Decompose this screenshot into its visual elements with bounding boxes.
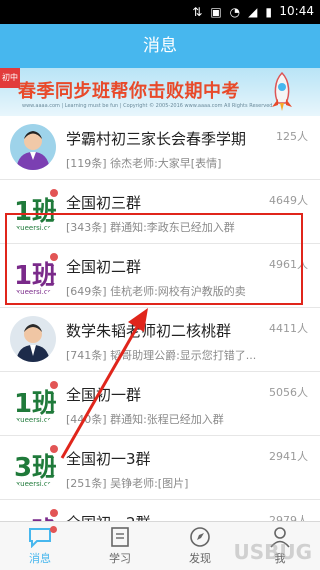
unread-dot — [50, 526, 57, 533]
book-icon — [80, 526, 160, 550]
tab-study[interactable]: 学习 — [80, 522, 160, 570]
chat-icon — [0, 526, 80, 550]
annotation-arrow — [60, 308, 148, 459]
tab-bar: 消息 学习 发现 我 USBUG — [0, 521, 320, 570]
tab-discover[interactable]: 发现 — [160, 522, 240, 570]
watermark: USBUG — [233, 540, 312, 564]
tab-label: 学习 — [109, 552, 131, 565]
compass-icon — [160, 526, 240, 550]
tab-label: 消息 — [29, 552, 51, 565]
tab-label: 发现 — [189, 552, 211, 565]
tab-messages[interactable]: 消息 — [0, 522, 80, 570]
